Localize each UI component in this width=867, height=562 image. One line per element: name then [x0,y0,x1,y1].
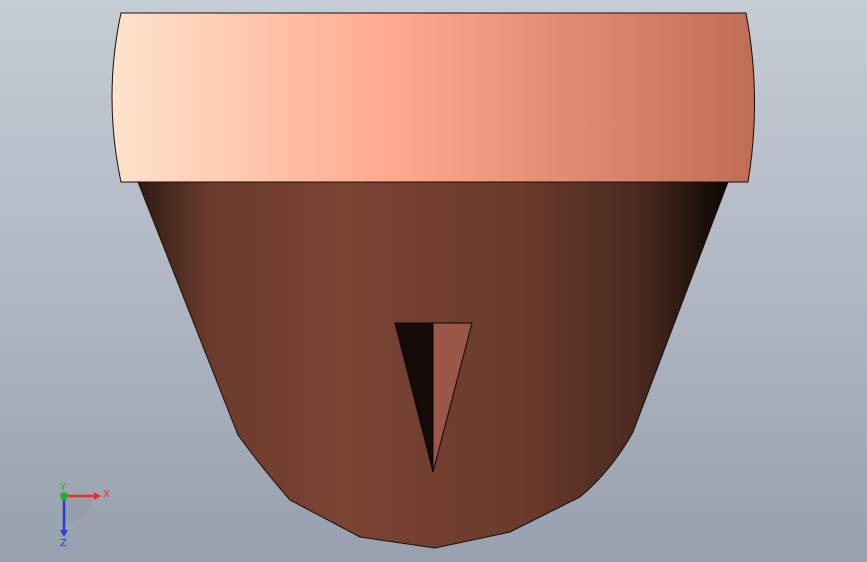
z-axis-label: Z [60,538,67,549]
3d-model-view[interactable] [0,0,867,562]
graphics-viewport[interactable]: X Y Z [0,0,867,562]
x-axis-arrow [94,492,101,500]
x-axis-label: X [103,489,110,500]
z-axis-arrow [60,530,68,537]
y-axis-label: Y [59,482,67,493]
orientation-triad: X Y Z [59,482,110,549]
cup-rim[interactable] [111,12,755,183]
y-axis-dot [60,492,68,500]
triad-plane-shading [64,496,92,522]
